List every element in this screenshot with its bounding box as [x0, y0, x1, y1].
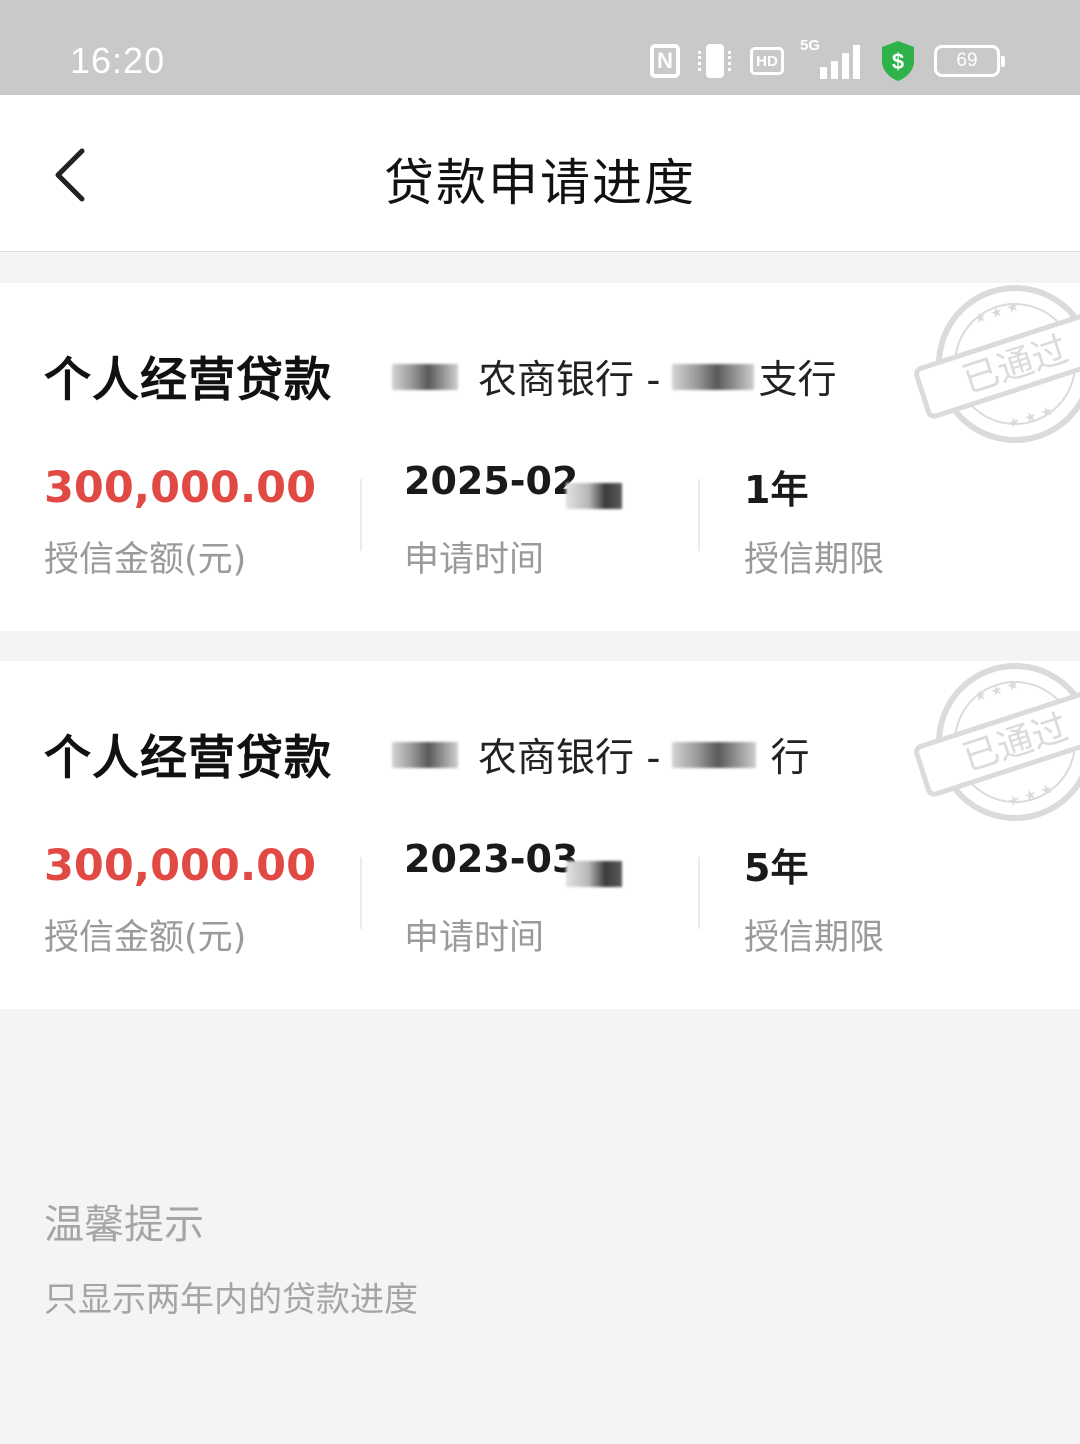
bank-name-mid: 农商银行 - [478, 736, 661, 781]
status-icons: N HD 5G $ 69 [650, 37, 1005, 84]
credit-term: 5年 [744, 846, 809, 890]
redacted-mask [672, 742, 757, 768]
vibrate-icon [696, 43, 734, 79]
credit-amount: 300,000.00 [44, 841, 317, 891]
loan-name: 个人经营贷款 [44, 353, 332, 408]
svg-text:★ ★ ★: ★ ★ ★ [1006, 403, 1055, 433]
svg-text:★ ★ ★: ★ ★ ★ [1006, 781, 1055, 811]
apply-date-label: 申请时间 [404, 540, 545, 580]
credit-amount-label: 授信金额(元) [44, 540, 247, 580]
nav-bar: 贷款申请进度 [0, 95, 1080, 252]
divider [698, 857, 700, 929]
loan-card[interactable]: 个人经营贷款 农商银行 - 行 已通过 ★ ★ ★ ★ ★ ★ 300,000.… [0, 661, 1080, 1009]
credit-term-label: 授信期限 [744, 540, 885, 580]
svg-text:★ ★ ★: ★ ★ ★ [972, 676, 1021, 706]
redacted-mask [566, 483, 622, 509]
credit-term-label: 授信期限 [744, 918, 885, 958]
credit-term: 1年 [744, 468, 809, 512]
apply-date: 2025-02 [404, 459, 579, 503]
status-time: 16:20 [70, 40, 166, 81]
apply-date-label: 申请时间 [404, 918, 545, 958]
bank-name-tail: 支行 [758, 358, 837, 403]
bank-name: 农商银行 - 支行 [392, 349, 837, 405]
redacted-mask [392, 364, 458, 390]
nfc-icon: N [650, 44, 680, 78]
page-title: 贷款申请进度 [384, 154, 696, 212]
approved-stamp-icon: 已通过 ★ ★ ★ ★ ★ ★ [914, 663, 1080, 821]
svg-text:$: $ [892, 49, 904, 74]
credit-amount-label: 授信金额(元) [44, 918, 247, 958]
redacted-mask [672, 364, 755, 390]
bank-name-mid: 农商银行 - [478, 358, 661, 403]
signal-5g-icon: 5G [800, 37, 862, 81]
divider [360, 479, 362, 551]
hd-icon: HD [750, 47, 784, 75]
battery-icon: 69 [934, 45, 1005, 77]
redacted-mask [566, 861, 622, 887]
apply-date: 2023-03 [404, 837, 579, 881]
loan-card[interactable]: 个人经营贷款 农商银行 - 支行 已通过 ★ ★ ★ ★ ★ ★ 300,000… [0, 283, 1080, 631]
tips-title: 温馨提示 [44, 1202, 204, 1248]
loan-name: 个人经营贷款 [44, 731, 332, 786]
svg-text:★ ★ ★: ★ ★ ★ [972, 298, 1021, 328]
divider [698, 479, 700, 551]
bank-name-tail: 行 [770, 736, 810, 781]
security-shield-icon: $ [878, 39, 918, 83]
bank-name: 农商银行 - 行 [392, 727, 810, 783]
redacted-mask [392, 742, 458, 768]
approved-stamp-icon: 已通过 ★ ★ ★ ★ ★ ★ [914, 285, 1080, 443]
status-bar: 16:20 N HD 5G $ 69 [0, 0, 1080, 95]
network-type-label: 5G [800, 37, 821, 54]
credit-amount: 300,000.00 [44, 463, 317, 513]
divider [360, 857, 362, 929]
tips-text: 只显示两年内的贷款进度 [44, 1280, 418, 1320]
